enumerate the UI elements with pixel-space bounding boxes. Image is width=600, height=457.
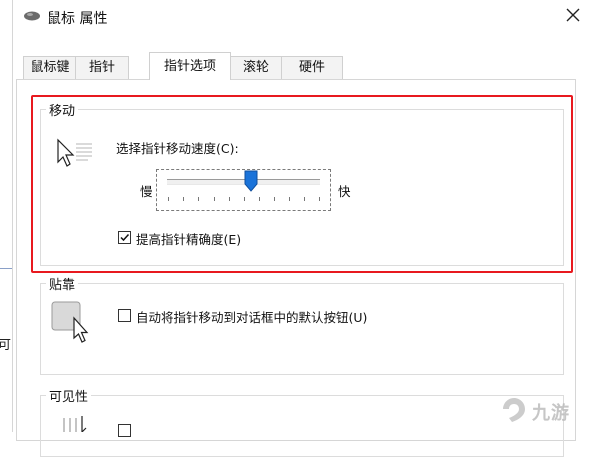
snap-checkbox[interactable] (118, 309, 131, 322)
background-window-text: 可 (0, 338, 12, 353)
snap-group-title: 贴靠 (46, 274, 79, 293)
snap-pointer-icon (50, 300, 94, 348)
background-window-divider (0, 268, 12, 269)
watermark: 九游 (500, 396, 570, 428)
mouse-icon (23, 10, 41, 26)
window-title: 鼠标 属性 (47, 11, 108, 27)
pointer-trails-icon (56, 414, 96, 436)
trails-checkbox[interactable] (118, 424, 131, 437)
close-icon (566, 8, 580, 26)
snap-label: 自动将指针移动到对话框中的默认按钮(U) (136, 310, 368, 325)
watermark-text: 九游 (532, 403, 570, 424)
tab-pointers[interactable]: 指针 (75, 56, 129, 79)
tab-buttons[interactable]: 鼠标键 (23, 56, 77, 79)
highlight-box (31, 95, 573, 273)
jiuyou-logo-icon (500, 396, 528, 428)
tab-hardware[interactable]: 硬件 (281, 56, 343, 79)
title-bar[interactable]: 鼠标 属性 (13, 0, 600, 34)
tab-pointer-options[interactable]: 指针选项 (149, 52, 231, 80)
background-window-edge (0, 0, 12, 432)
tab-wheel[interactable]: 滚轮 (229, 56, 283, 79)
close-button[interactable] (559, 4, 587, 30)
snap-group (40, 283, 564, 375)
visibility-group-title: 可见性 (46, 386, 92, 405)
